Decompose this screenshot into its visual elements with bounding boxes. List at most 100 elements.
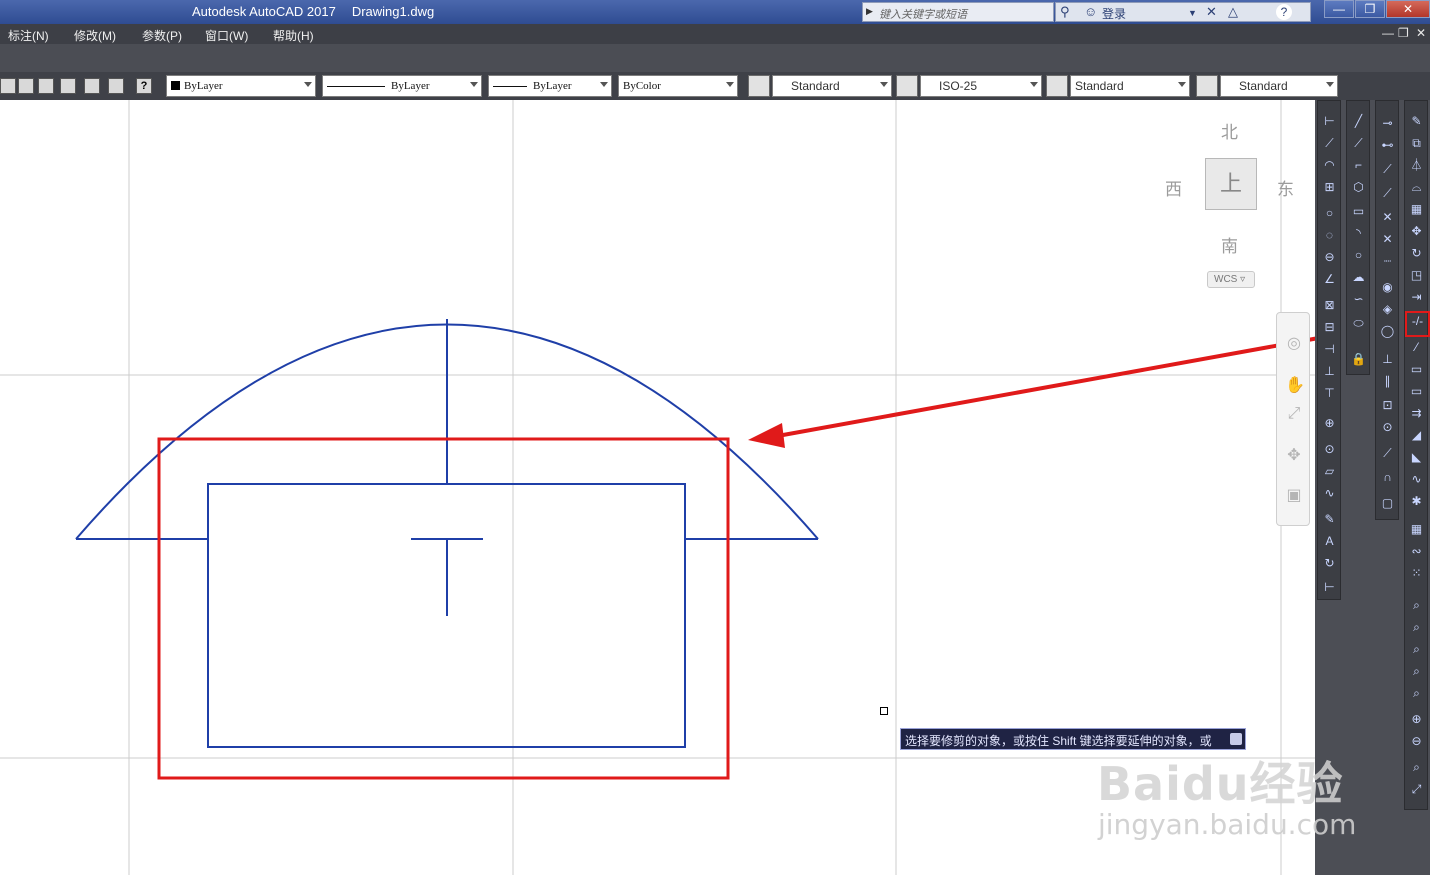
zoom-center-icon[interactable]: ⌕ xyxy=(1408,663,1425,680)
layer-color-combo[interactable]: ByLayer xyxy=(166,75,316,97)
zoom-dynamic-icon[interactable]: ⌕ xyxy=(1408,619,1425,636)
restore-button[interactable]: ❐ xyxy=(1355,0,1385,18)
linetype-combo[interactable]: ByLayer xyxy=(322,75,482,97)
menu-window[interactable]: 窗口(W) xyxy=(205,27,248,44)
exchange-icon[interactable]: ✕ xyxy=(1206,4,1217,20)
stretch-icon[interactable]: ⇥ xyxy=(1408,289,1425,306)
snap-none-icon[interactable]: ∩ xyxy=(1379,469,1396,486)
dim-space-icon[interactable]: ⊥ xyxy=(1321,363,1338,380)
dim-style-combo[interactable]: ISO-25 xyxy=(920,75,1042,97)
dim-style-icon[interactable]: ⊢ xyxy=(1321,579,1338,596)
dim-text-edit-icon[interactable]: A xyxy=(1321,533,1338,550)
doc-close-icon[interactable]: ✕ xyxy=(1416,26,1426,40)
login-button[interactable]: 登录 xyxy=(1102,5,1126,22)
zoom-in-icon[interactable]: ⊕ xyxy=(1408,711,1425,728)
close-button[interactable]: ✕ xyxy=(1386,0,1430,18)
osnap-settings-icon[interactable]: ▢ xyxy=(1379,495,1396,512)
revcloud-icon[interactable]: ☁ xyxy=(1350,269,1367,286)
table-style-icon[interactable] xyxy=(1046,75,1068,97)
baseline-icon[interactable]: ⊟ xyxy=(1321,319,1338,336)
chevron-down-icon[interactable]: ▼ xyxy=(1188,8,1197,18)
break-point-icon[interactable]: ▭ xyxy=(1408,361,1425,378)
offset-icon[interactable]: ⌓ xyxy=(1408,179,1425,196)
zoom-object-icon[interactable]: ⌕ xyxy=(1408,685,1425,702)
menu-help[interactable]: 帮助(H) xyxy=(273,27,314,44)
dim-break-icon[interactable]: ⊤ xyxy=(1321,385,1338,402)
jogged-linear-icon[interactable]: ∿ xyxy=(1321,485,1338,502)
snap-endpoint-icon[interactable]: ⟋ xyxy=(1379,161,1396,178)
center-mark-icon[interactable]: ⊙ xyxy=(1321,441,1338,458)
jogged-icon[interactable]: ◌ xyxy=(1321,227,1338,244)
continue-icon[interactable]: ⊣ xyxy=(1321,341,1338,358)
angular-icon[interactable]: ∠ xyxy=(1321,271,1338,288)
a360-icon[interactable]: △ xyxy=(1228,4,1238,20)
multileader-style-combo[interactable]: Standard xyxy=(1220,75,1338,97)
linear-dim-icon[interactable]: ⊢ xyxy=(1321,113,1338,130)
join-icon[interactable]: ⇉ xyxy=(1408,405,1425,422)
polygon-icon[interactable]: ⬡ xyxy=(1350,179,1367,196)
layer-isolate-icon[interactable] xyxy=(84,78,100,94)
match-layer-icon[interactable] xyxy=(60,78,76,94)
layer-states-icon[interactable] xyxy=(18,78,34,94)
ordinate-icon[interactable]: ⊞ xyxy=(1321,179,1338,196)
break-icon[interactable]: ▭ xyxy=(1408,383,1425,400)
snap-insert-icon[interactable]: ⊡ xyxy=(1379,397,1396,414)
zoom-all-icon[interactable]: ⌕ xyxy=(1408,759,1425,776)
doc-minimize-icon[interactable]: — xyxy=(1382,26,1394,40)
explode-icon[interactable]: ✱ xyxy=(1408,493,1425,510)
chamfer-icon[interactable]: ◢ xyxy=(1408,427,1425,444)
lock-icon[interactable]: 🔒 xyxy=(1350,351,1367,368)
snap-parallel-icon[interactable]: ∥ xyxy=(1379,373,1396,390)
edit-spline-icon[interactable]: ⁙ xyxy=(1408,565,1425,582)
blend-icon[interactable]: ∿ xyxy=(1408,471,1425,488)
dim-style-icon[interactable] xyxy=(896,75,918,97)
tolerance-icon[interactable]: ⊕ xyxy=(1321,415,1338,432)
snap-quadrant-icon[interactable]: ◈ xyxy=(1379,301,1396,318)
extend-icon[interactable]: ⁄ xyxy=(1408,339,1425,356)
search-input[interactable]: ▶ 键入关键字或短语 xyxy=(862,2,1054,22)
help-icon[interactable]: ? xyxy=(1276,4,1292,20)
plot-style-combo[interactable]: ByColor xyxy=(618,75,738,97)
zoom-window-icon[interactable]: ⌕ xyxy=(1408,597,1425,614)
multileader-style-icon[interactable] xyxy=(1196,75,1218,97)
text-style-icon[interactable] xyxy=(748,75,770,97)
rotate-icon[interactable]: ↻ xyxy=(1408,245,1425,262)
inspect-icon[interactable]: ▱ xyxy=(1321,463,1338,480)
erase-icon[interactable]: ✎ xyxy=(1408,113,1425,130)
arc-icon[interactable]: ◝ xyxy=(1350,225,1367,242)
snap-tangent-icon[interactable]: ◯ xyxy=(1379,323,1396,340)
quick-dim-icon[interactable]: ⊠ xyxy=(1321,297,1338,314)
doc-restore-icon[interactable]: ❐ xyxy=(1398,26,1409,40)
line-icon[interactable]: ╱ xyxy=(1350,113,1367,130)
diameter-icon[interactable]: ⊖ xyxy=(1321,249,1338,266)
fillet-icon[interactable]: ◣ xyxy=(1408,449,1425,466)
trim-icon[interactable]: -/- xyxy=(1405,311,1430,337)
radius-icon[interactable]: ○ xyxy=(1321,205,1338,222)
circle-icon[interactable]: ○ xyxy=(1350,247,1367,264)
temp-track-icon[interactable]: ⊸ xyxy=(1379,115,1396,132)
spline-icon[interactable]: ∽ xyxy=(1350,291,1367,308)
dim-edit-icon[interactable]: ✎ xyxy=(1321,511,1338,528)
aligned-dim-icon[interactable]: ⟋ xyxy=(1321,135,1338,152)
mirror-icon[interactable]: ⏃ xyxy=(1408,157,1425,174)
table-style-combo[interactable]: Standard xyxy=(1070,75,1190,97)
tooltip-pin-icon[interactable] xyxy=(1230,733,1242,745)
layer-previous-icon[interactable] xyxy=(38,78,54,94)
minimize-button[interactable]: — xyxy=(1324,0,1354,18)
binoculars-icon[interactable]: ⚲ xyxy=(1060,4,1070,20)
array-icon[interactable]: ▦ xyxy=(1408,201,1425,218)
snap-from-icon[interactable]: ⊷ xyxy=(1379,137,1396,154)
calculator-icon[interactable] xyxy=(108,78,124,94)
snap-center-icon[interactable]: ◉ xyxy=(1379,279,1396,296)
lineweight-combo[interactable]: ByLayer xyxy=(488,75,612,97)
copy-icon[interactable]: ⧉ xyxy=(1408,135,1425,152)
help-icon[interactable]: ? xyxy=(136,78,152,94)
ellipse-icon[interactable]: ⬭ xyxy=(1350,315,1367,332)
zoom-out-icon[interactable]: ⊖ xyxy=(1408,733,1425,750)
user-icon[interactable]: ☺ xyxy=(1084,4,1097,19)
snap-perpendicular-icon[interactable]: ⊥ xyxy=(1379,351,1396,368)
snap-nearest-icon[interactable]: ⟋ xyxy=(1379,445,1396,462)
arc-length-icon[interactable]: ◠ xyxy=(1321,157,1338,174)
rectangle-icon[interactable]: ▭ xyxy=(1350,203,1367,220)
construction-line-icon[interactable]: ⟋ xyxy=(1350,135,1367,152)
